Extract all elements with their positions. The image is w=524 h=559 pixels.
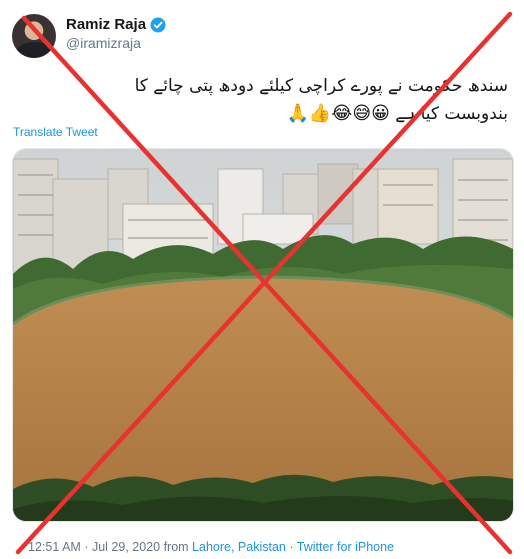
translate-tweet-link[interactable]: Translate Tweet: [13, 125, 98, 139]
author-name-row[interactable]: Ramiz Raja: [66, 16, 166, 33]
tweet-time[interactable]: 12:51 AM: [28, 540, 81, 554]
author-handle[interactable]: @iramizraja: [66, 35, 141, 51]
avatar[interactable]: [12, 14, 56, 58]
flooded-ground-photo: [13, 149, 513, 521]
verified-badge-icon: [150, 17, 166, 33]
meta-separator-2: ·: [289, 540, 294, 554]
avatar-shoulders: [16, 42, 52, 58]
tweet-text-line-1: سندھ حکومت نے پورے کراچی کیلئے دودھ پتی …: [134, 76, 508, 96]
source-link[interactable]: Twitter for iPhone: [297, 540, 394, 554]
tweet-text: سندھ حکومت نے پورے کراچی کیلئے دودھ پتی …: [38, 72, 508, 128]
from-label: from: [163, 540, 189, 554]
tweet-text-line-2-words: بندوبست کیا ہے: [395, 104, 508, 124]
emoji-group: 😀😅😂👍🙏: [286, 103, 390, 124]
tweet-text-line-2: بندوبست کیا ہے 😀😅😂👍🙏: [38, 100, 508, 128]
location-link[interactable]: Lahore, Pakistan: [192, 540, 286, 554]
meta-separator: ·: [84, 540, 89, 554]
tweet-date[interactable]: Jul 29, 2020: [92, 540, 160, 554]
author-name[interactable]: Ramiz Raja: [66, 16, 146, 33]
tweet-meta: 12:51 AM · Jul 29, 2020 from Lahore, Pak…: [28, 540, 394, 554]
tweet-media-photo[interactable]: [12, 148, 514, 522]
